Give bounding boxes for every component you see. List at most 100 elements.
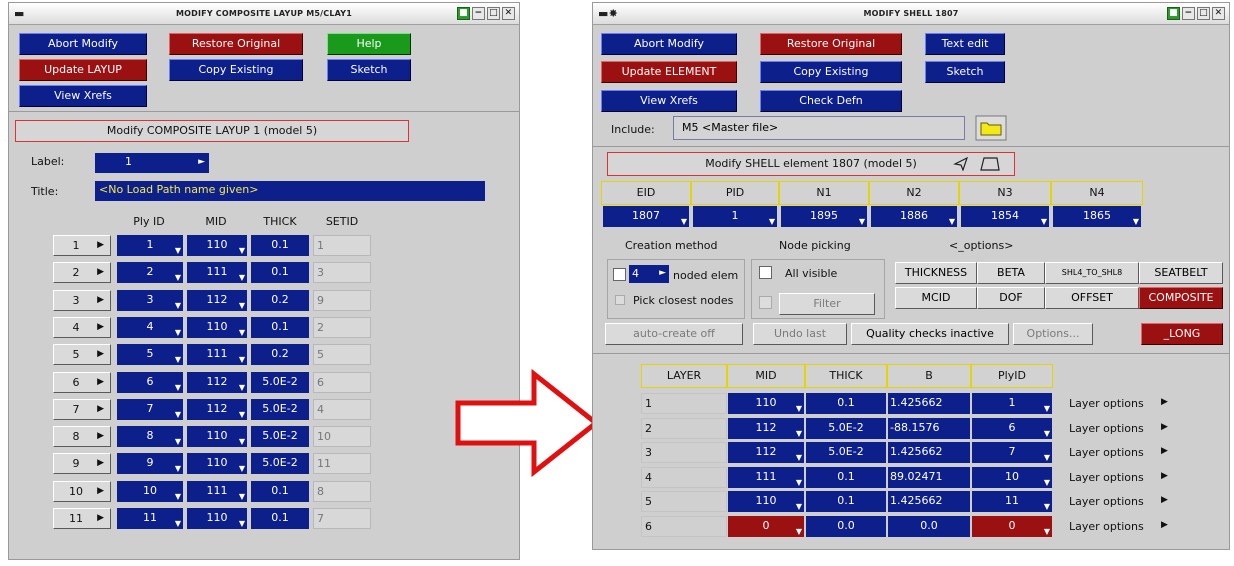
help-button[interactable]: Help — [327, 33, 411, 55]
layer-options-button[interactable]: Layer options — [1069, 397, 1144, 410]
thick-cell[interactable]: 0.1 — [251, 316, 309, 338]
ply-row-button[interactable]: 8 ▶ — [53, 426, 111, 448]
setid-cell[interactable]: 4 — [313, 398, 371, 420]
layer-options-button[interactable]: Layer options — [1069, 422, 1144, 435]
ply-id-cell[interactable]: 8 ▼ — [117, 426, 183, 448]
element-value-cell[interactable]: 1895 ▼ — [781, 206, 867, 227]
window-menu-icon[interactable]: ▬ — [14, 8, 25, 20]
include-field[interactable]: M5 <Master file> — [673, 116, 965, 140]
mid-cell[interactable]: 111 ▼ — [187, 262, 247, 284]
element-value-cell[interactable]: 1 ▼ — [693, 206, 777, 227]
copy-existing-button[interactable]: Copy Existing — [169, 59, 303, 81]
minimize-icon[interactable]: − — [1182, 7, 1195, 20]
minimize-icon[interactable]: − — [472, 7, 485, 20]
layer-mid-cell[interactable]: 112 ▼ — [728, 417, 804, 439]
update-element-button[interactable]: Update ELEMENT — [601, 61, 737, 83]
layer-thick-cell[interactable]: 0.1 — [806, 466, 886, 488]
ply-id-cell[interactable]: 1 ▼ — [117, 235, 183, 256]
sketch-button[interactable]: Sketch — [925, 61, 1005, 83]
mid-cell[interactable]: 110 ▼ — [187, 426, 247, 448]
pick-closest-checkbox[interactable] — [615, 295, 625, 305]
close-icon[interactable]: ✕ — [1212, 7, 1225, 20]
mid-cell[interactable]: 110 ▼ — [187, 316, 247, 338]
view-xrefs-button[interactable]: View Xrefs — [19, 85, 147, 107]
thick-cell[interactable]: 5.0E-2 — [251, 398, 309, 420]
seatbelt-button[interactable]: SEATBELT — [1139, 262, 1223, 284]
mid-cell[interactable]: 112 ▼ — [187, 398, 247, 420]
restore-original-button[interactable]: Restore Original — [760, 33, 902, 55]
ply-row-button[interactable]: 7 ▶ — [53, 398, 111, 420]
ply-row-button[interactable]: 4 ▶ — [53, 316, 111, 338]
ply-row-button[interactable]: 6 ▶ — [53, 371, 111, 393]
layer-b-cell[interactable]: 89.02471 — [888, 466, 970, 488]
filter-button[interactable]: Filter — [779, 293, 875, 315]
text-edit-button[interactable]: Text edit — [925, 33, 1005, 55]
layer-options-button[interactable]: Layer options — [1069, 446, 1144, 459]
layer-mid-cell[interactable]: 111 ▼ — [728, 466, 804, 488]
ply-id-cell[interactable]: 7 ▼ — [117, 398, 183, 420]
setid-cell[interactable]: 3 — [313, 262, 371, 284]
send-icon[interactable] — [953, 157, 969, 171]
layer-thick-cell[interactable]: 5.0E-2 — [806, 442, 886, 464]
setid-cell[interactable]: 10 — [313, 426, 371, 448]
layer-options-button[interactable]: Layer options — [1069, 471, 1144, 484]
mid-cell[interactable]: 110 ▼ — [187, 508, 247, 529]
ply-id-cell[interactable]: 2 ▼ — [117, 262, 183, 284]
folder-icon[interactable] — [975, 115, 1007, 141]
restore-original-button[interactable]: Restore Original — [169, 33, 303, 55]
view-xrefs-button[interactable]: View Xrefs — [601, 90, 737, 112]
layer-b-cell[interactable]: 0.0 — [888, 516, 970, 537]
beta-button[interactable]: BETA — [977, 262, 1045, 284]
ply-row-button[interactable]: 1 ▶ — [53, 235, 111, 256]
layer-options-button[interactable]: Layer options — [1069, 520, 1144, 533]
layer-mid-cell[interactable]: 110 ▼ — [728, 393, 804, 414]
element-value-cell[interactable]: 1854 ▼ — [961, 206, 1049, 227]
abort-modify-button[interactable]: Abort Modify — [19, 33, 147, 55]
thick-cell[interactable]: 5.0E-2 — [251, 453, 309, 475]
layer-plyid-cell[interactable]: 1 ▼ — [972, 393, 1052, 414]
sketch-button[interactable]: Sketch — [327, 59, 411, 81]
layer-thick-cell[interactable]: 5.0E-2 — [806, 417, 886, 439]
setid-cell[interactable]: 5 — [313, 344, 371, 366]
ply-id-cell[interactable]: 3 ▼ — [117, 289, 183, 311]
layer-thick-cell[interactable]: 0.1 — [806, 491, 886, 513]
auto-create-button[interactable]: auto-create off — [605, 323, 743, 345]
ply-row-button[interactable]: 10 ▶ — [53, 480, 111, 502]
offset-button[interactable]: OFFSET — [1045, 287, 1139, 309]
layer-b-cell[interactable]: -88.1576 — [888, 417, 970, 439]
layer-b-cell[interactable]: 1.425662 — [888, 491, 970, 513]
setid-cell[interactable]: 11 — [313, 453, 371, 475]
quality-checks-button[interactable]: Quality checks inactive — [851, 323, 1009, 345]
thickness-button[interactable]: THICKNESS — [895, 262, 977, 284]
thick-cell[interactable]: 5.0E-2 — [251, 426, 309, 448]
label-field[interactable]: 1 ► — [95, 153, 209, 173]
mid-cell[interactable]: 110 ▼ — [187, 235, 247, 256]
element-value-cell[interactable]: 1807 ▼ — [603, 206, 689, 227]
mcid-button[interactable]: MCID — [895, 287, 977, 309]
copy-existing-button[interactable]: Copy Existing — [760, 61, 902, 83]
ply-row-button[interactable]: 11 ▶ — [53, 508, 111, 529]
abort-modify-button[interactable]: Abort Modify — [601, 33, 737, 55]
mid-cell[interactable]: 112 ▼ — [187, 371, 247, 393]
composite-button[interactable]: COMPOSITE — [1139, 287, 1223, 309]
ply-row-button[interactable]: 3 ▶ — [53, 289, 111, 311]
layer-mid-cell[interactable]: 110 ▼ — [728, 491, 804, 513]
thick-cell[interactable]: 0.1 — [251, 262, 309, 284]
ply-id-cell[interactable]: 9 ▼ — [117, 453, 183, 475]
all-visible-checkbox[interactable] — [759, 266, 772, 279]
layer-b-cell[interactable]: 1.425662 — [888, 442, 970, 464]
setid-cell[interactable]: 8 — [313, 480, 371, 502]
mid-cell[interactable]: 111 ▼ — [187, 480, 247, 502]
element-value-cell[interactable]: 1865 ▼ — [1053, 206, 1141, 227]
undo-last-button[interactable]: Undo last — [753, 323, 847, 345]
mid-cell[interactable]: 112 ▼ — [187, 289, 247, 311]
setid-cell[interactable]: 7 — [313, 508, 371, 529]
layer-plyid-cell[interactable]: 10 ▼ — [972, 466, 1052, 488]
layer-thick-cell[interactable]: 0.1 — [806, 393, 886, 414]
ply-id-cell[interactable]: 11 ▼ — [117, 508, 183, 529]
layer-options-button[interactable]: Layer options — [1069, 495, 1144, 508]
ply-id-cell[interactable]: 4 ▼ — [117, 316, 183, 338]
layer-plyid-cell[interactable]: 7 ▼ — [972, 442, 1052, 464]
check-defn-button[interactable]: Check Defn — [760, 90, 902, 112]
layer-mid-cell[interactable]: 112 ▼ — [728, 442, 804, 464]
